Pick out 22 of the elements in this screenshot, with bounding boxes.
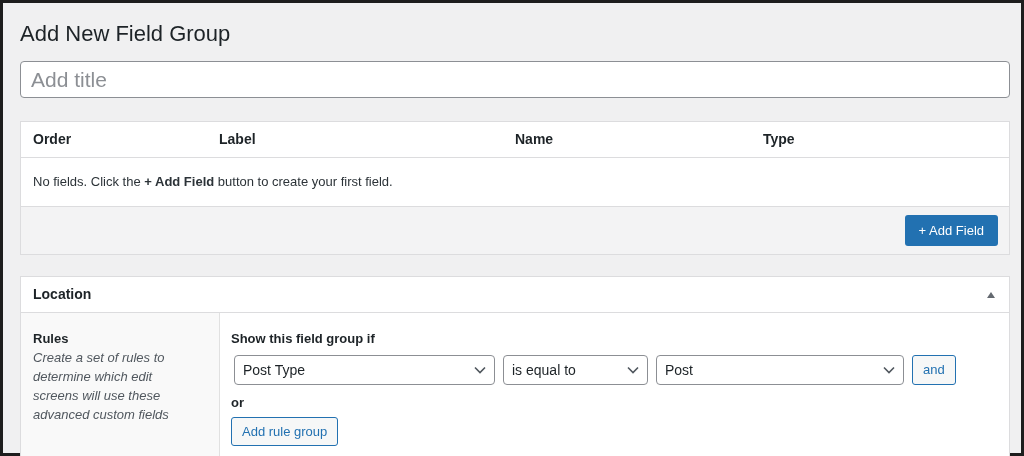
- rules-label: Rules: [33, 330, 70, 348]
- dropdown[interactable]: Post: [656, 355, 904, 385]
- condition-label: Show this field group if: [231, 330, 376, 348]
- column-header: Name: [515, 130, 555, 149]
- title-input-field[interactable]: Add title: [20, 61, 1010, 98]
- rules-description: Create a set of rules to determine which edit screens will use these advanced custom fields: [33, 349, 170, 424]
- panel-title: Location: [33, 285, 92, 304]
- empty-fields-message: No fields. Click the + Add Field button to create your first field.: [32, 173, 394, 191]
- add-field-button[interactable]: + Add Field: [904, 215, 998, 246]
- add-rule-group-button[interactable]: Add rule group: [231, 417, 339, 446]
- chevron-down-icon: [627, 366, 639, 374]
- and-button[interactable]: and: [912, 355, 956, 385]
- collapse-triangle-icon[interactable]: [987, 291, 995, 298]
- dropdown[interactable]: is equal to: [503, 355, 648, 385]
- column-header: Order: [32, 130, 73, 149]
- or-label: or: [231, 394, 245, 412]
- dropdown[interactable]: Post Type: [234, 355, 495, 385]
- column-header: Label: [219, 130, 257, 149]
- chevron-down-icon: [474, 366, 486, 374]
- column-header: Type: [763, 130, 796, 149]
- chevron-down-icon: [883, 366, 895, 374]
- page-title: Add New Field Group: [20, 20, 232, 48]
